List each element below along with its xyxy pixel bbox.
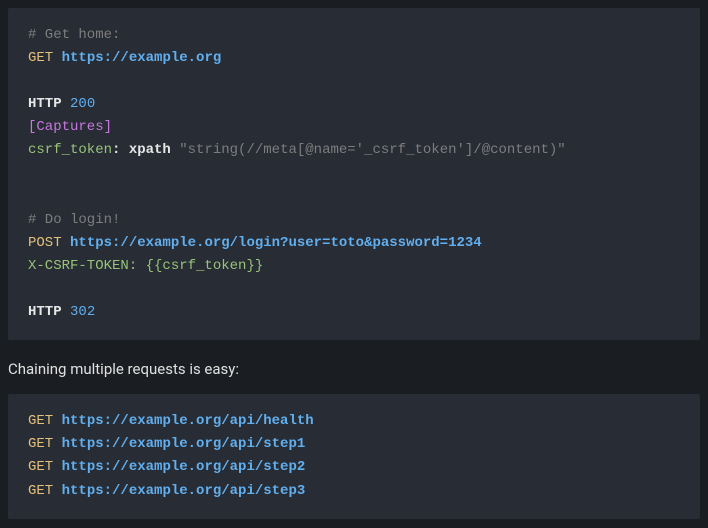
http-method: GET xyxy=(28,483,53,499)
query-string: "string(//meta[@name='_csrf_token']/@con… xyxy=(179,142,565,158)
request-url: https://example.org xyxy=(62,50,222,66)
request-url: https://example.org/login?user=toto&pass… xyxy=(70,235,482,251)
colon: : xyxy=(112,142,120,158)
http-method: GET xyxy=(28,50,53,66)
http-keyword: HTTP xyxy=(28,96,62,112)
request-url: https://example.org/api/step3 xyxy=(62,483,306,499)
http-method: POST xyxy=(28,235,62,251)
capture-name: csrf_token xyxy=(28,142,112,158)
code-block-2: GET https://example.org/api/health GET h… xyxy=(8,394,700,518)
template-var: {{csrf_token}} xyxy=(146,258,264,274)
http-status: 200 xyxy=(70,96,95,112)
request-url: https://example.org/api/health xyxy=(62,413,314,429)
http-method: GET xyxy=(28,413,53,429)
header-name: X-CSRF-TOKEN: xyxy=(28,258,137,274)
query-keyword: xpath xyxy=(129,142,171,158)
http-keyword: HTTP xyxy=(28,304,62,320)
comment-line: # Do login! xyxy=(28,212,120,228)
http-status: 302 xyxy=(70,304,95,320)
request-url: https://example.org/api/step1 xyxy=(62,436,306,452)
prose-text: Chaining multiple requests is easy: xyxy=(0,348,708,386)
section-header: [Captures] xyxy=(28,119,112,135)
request-url: https://example.org/api/step2 xyxy=(62,459,306,475)
comment-line: # Get home: xyxy=(28,27,120,43)
http-method: GET xyxy=(28,436,53,452)
code-block-1: # Get home: GET https://example.org HTTP… xyxy=(8,8,700,340)
http-method: GET xyxy=(28,459,53,475)
